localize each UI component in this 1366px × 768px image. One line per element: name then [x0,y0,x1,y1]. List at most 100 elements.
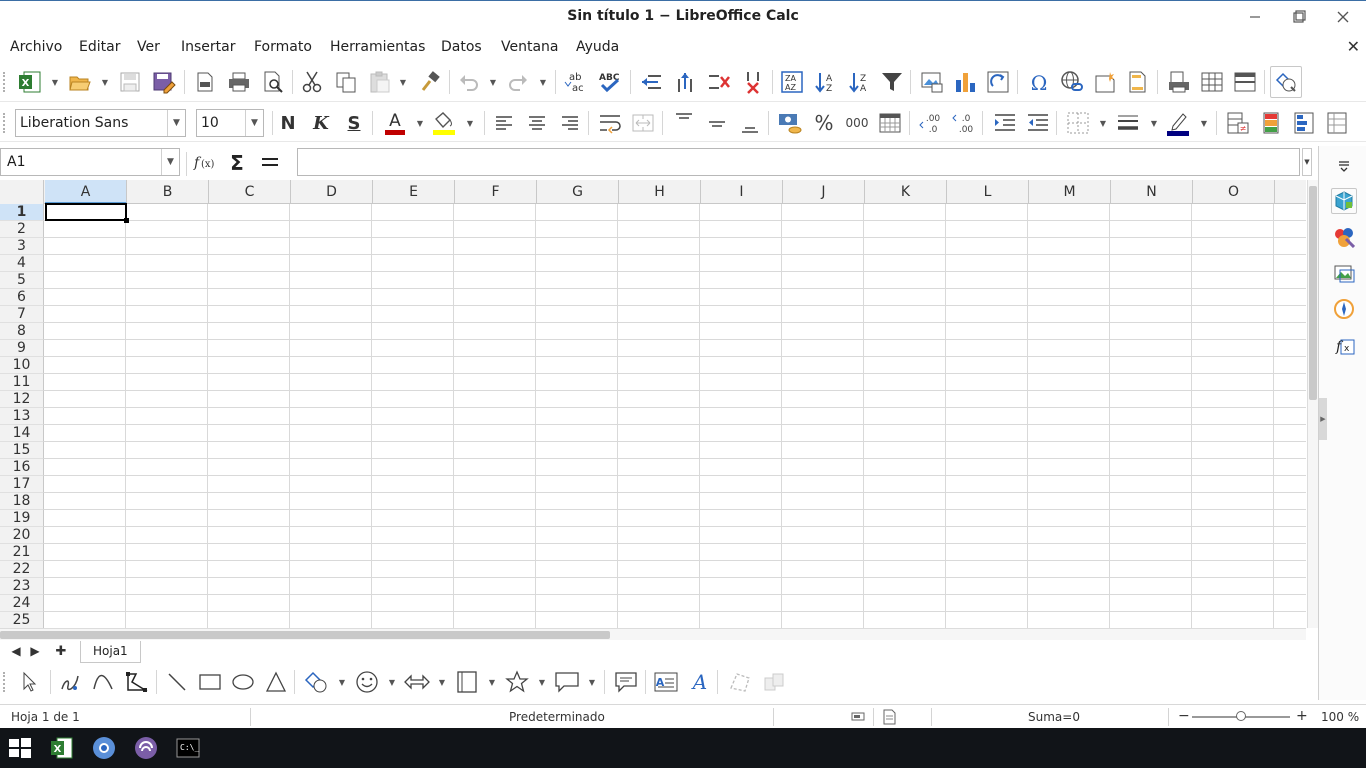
chevron-down-icon[interactable]: ▼ [245,110,263,136]
open-dropdown[interactable]: ▼ [100,68,110,96]
add-decimal-button[interactable]: .00.0 [917,109,945,137]
row-header[interactable]: 17 [0,476,44,493]
expand-formula-bar-button[interactable]: ▼ [1302,148,1312,176]
borders-button[interactable] [1064,109,1092,137]
formula-input[interactable] [297,148,1300,176]
copy-button[interactable] [332,68,360,96]
sheet-tab[interactable]: Hoja1 [80,641,141,663]
sort-descending-button[interactable]: ZA [846,68,874,96]
stars-dropdown[interactable]: ▼ [537,668,547,696]
horizontal-scrollbar[interactable] [0,628,1306,640]
border-color-dropdown[interactable]: ▼ [1199,109,1209,137]
maximize-button[interactable] [1284,5,1314,29]
function-wizard-button[interactable]: f (x) [191,148,219,176]
toolbar-grip[interactable] [3,672,7,692]
export-pdf-button[interactable] [191,68,219,96]
next-sheet-icon[interactable]: ▶ [28,644,42,658]
toggle-extrusion-button[interactable] [760,668,788,696]
date-format-button[interactable] [876,109,904,137]
align-center-button[interactable] [523,109,551,137]
vertical-scrollbar[interactable] [1307,180,1318,628]
document-modified-icon[interactable] [882,709,896,728]
row-header[interactable]: 13 [0,408,44,425]
row-header[interactable]: 12 [0,391,44,408]
row-header[interactable]: 18 [0,493,44,510]
column-header[interactable]: M [1029,180,1111,204]
font-color-dropdown[interactable]: ▼ [415,109,425,137]
sidebar-settings-button[interactable] [1331,152,1357,178]
column-insert-button[interactable] [671,68,699,96]
triangle-button[interactable] [262,668,290,696]
column-header[interactable]: N [1111,180,1193,204]
name-box[interactable]: A1 ▼ [0,148,180,176]
zoom-out-button[interactable]: − [1178,708,1190,724]
insert-comment-button[interactable] [612,668,640,696]
color-scale-button[interactable] [1257,109,1285,137]
bold-button[interactable]: N [274,109,302,137]
print-preview-button[interactable] [259,68,287,96]
sidebar-properties-tab[interactable] [1331,188,1357,214]
close-document-button[interactable]: ✕ [1347,37,1360,56]
close-window-button[interactable] [1328,5,1358,29]
row-header[interactable]: 16 [0,459,44,476]
select-tool-button[interactable] [16,668,44,696]
row-header[interactable]: 5 [0,272,44,289]
active-cell-cursor[interactable] [45,203,129,223]
paste-button[interactable] [366,68,394,96]
block-arrows-dropdown[interactable]: ▼ [437,668,447,696]
percent-format-button[interactable]: % [810,109,838,137]
callouts-button[interactable] [553,668,581,696]
row-header[interactable]: 4 [0,255,44,272]
row-header[interactable]: 8 [0,323,44,340]
column-header[interactable]: G [537,180,619,204]
zoom-level[interactable]: 100 % [1321,710,1359,724]
icon-set-button[interactable] [1323,109,1351,137]
row-header[interactable]: 3 [0,238,44,255]
symbol-shapes-dropdown[interactable]: ▼ [387,668,397,696]
autofilter-button[interactable] [878,68,906,96]
curve-button[interactable] [89,668,117,696]
app-icon[interactable] [132,734,160,762]
align-top-button[interactable] [670,109,698,137]
row-header[interactable]: 20 [0,527,44,544]
row-header[interactable]: 6 [0,289,44,306]
basic-shapes-button[interactable] [302,668,330,696]
column-header[interactable]: I [701,180,783,204]
page-style[interactable]: Predeterminado [509,710,605,724]
insert-chart-button[interactable] [951,68,979,96]
align-right-button[interactable] [556,109,584,137]
save-button[interactable] [116,68,144,96]
borders-dropdown[interactable]: ▼ [1098,109,1108,137]
comment-button[interactable] [1091,68,1119,96]
insert-text-box-button[interactable]: A [652,668,680,696]
delete-decimal-button[interactable]: .0.00 [950,109,978,137]
font-name-box[interactable]: Liberation Sans ▼ [15,109,186,137]
vertical-scroll-thumb[interactable] [1309,186,1317,400]
flowchart-button[interactable] [453,668,481,696]
menu-herramientas[interactable]: Herramientas [330,39,425,55]
sidebar-gallery-tab[interactable] [1331,260,1357,286]
polygon-button[interactable] [122,668,150,696]
row-header[interactable]: 1 [0,204,44,221]
horizontal-scroll-thumb[interactable] [0,631,610,639]
column-header[interactable]: C [209,180,291,204]
row-header[interactable]: 7 [0,306,44,323]
redo-button[interactable] [504,68,532,96]
column-header[interactable]: J [783,180,865,204]
line-button[interactable] [163,668,191,696]
cell-area[interactable] [44,204,1306,628]
underline-button[interactable]: S [340,109,368,137]
sidebar-navigator-tab[interactable] [1331,296,1357,322]
cut-button[interactable] [298,68,326,96]
background-color-dropdown[interactable]: ▼ [465,109,475,137]
row-header[interactable]: 22 [0,561,44,578]
increase-indent-button[interactable] [991,109,1019,137]
block-arrows-button[interactable] [403,668,431,696]
merge-center-button[interactable] [629,109,657,137]
calc-icon[interactable]: X [48,734,76,762]
column-header[interactable]: D [291,180,373,204]
undo-button[interactable] [455,68,483,96]
fontwork-button[interactable]: A [686,668,714,696]
currency-format-button[interactable] [776,109,804,137]
callouts-dropdown[interactable]: ▼ [587,668,597,696]
